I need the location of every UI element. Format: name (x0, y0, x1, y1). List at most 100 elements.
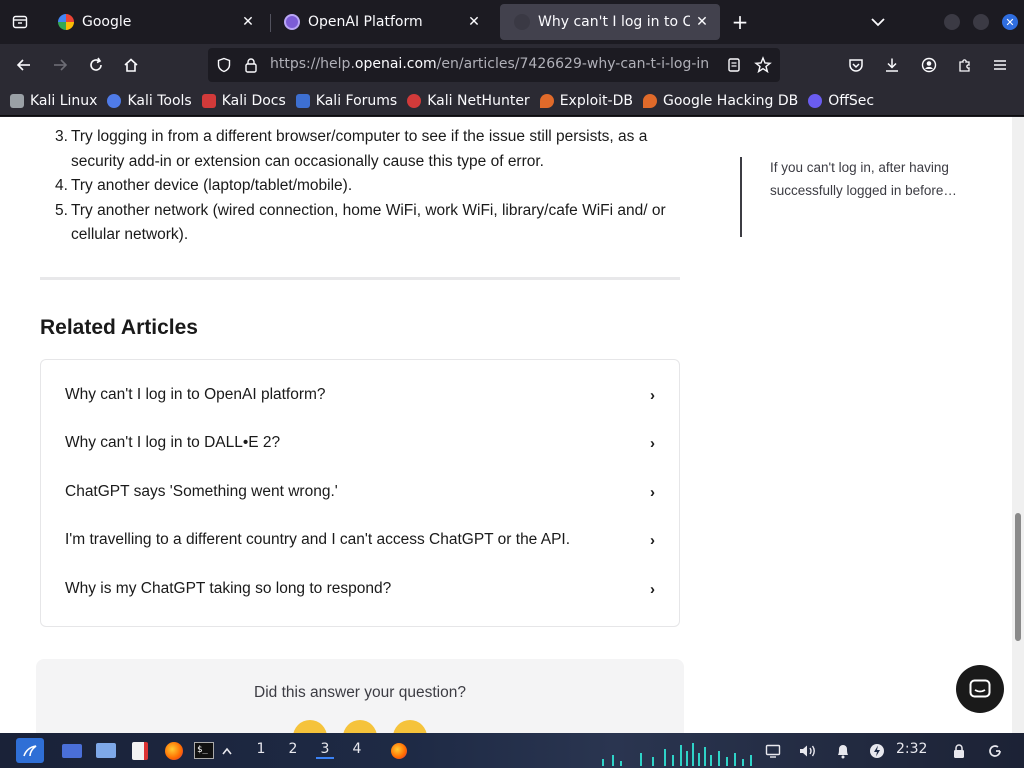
disappointed-emoji-button[interactable] (293, 720, 327, 733)
chevron-up-icon (222, 747, 232, 754)
home-button[interactable] (119, 53, 143, 77)
maximize-window-button[interactable] (973, 14, 989, 30)
tab-openai-platform[interactable]: OpenAI Platform ✕ (270, 4, 492, 40)
tab-why-cant-i-log-in[interactable]: Why can't I log in to Chat ✕ (500, 4, 720, 40)
bookmark-label: Kali Forums (315, 92, 398, 109)
bookmark-kali-forums[interactable]: Kali Forums (295, 92, 398, 109)
tab-title: Why can't I log in to Chat (538, 14, 690, 30)
speaker-icon (800, 745, 815, 756)
tracking-protection-shield-icon[interactable] (216, 57, 232, 77)
google-favicon-icon (58, 14, 74, 30)
kali-menu-button[interactable] (16, 738, 44, 763)
related-article-link[interactable]: Why is my ChatGPT taking so long to resp… (65, 569, 655, 609)
firefox-view-button[interactable] (0, 0, 40, 44)
minimize-window-button[interactable] (944, 14, 960, 30)
hamburger-menu-icon (994, 60, 1006, 70)
feedback-panel: Did this answer your question? (36, 659, 684, 733)
url-text[interactable]: https://help.openai.com/en/articles/7426… (270, 56, 714, 72)
app-menu-button[interactable] (988, 53, 1012, 77)
volume-button[interactable] (797, 738, 819, 763)
bookmark-google-hacking-db[interactable]: Google Hacking DB (642, 93, 798, 109)
related-article-link[interactable]: Why can't I log in to DALL•E 2? › (65, 423, 655, 463)
close-window-button[interactable]: ✕ (1002, 14, 1018, 30)
workspace-4-button[interactable]: 4 (348, 741, 366, 757)
extensions-button[interactable] (953, 53, 977, 77)
account-button[interactable] (917, 53, 941, 77)
lock-icon[interactable] (244, 57, 258, 77)
step-number: 5. (55, 201, 68, 219)
forward-button[interactable] (48, 53, 72, 77)
notifications-button[interactable] (832, 738, 854, 763)
step-number: 4. (55, 177, 68, 194)
close-tab-icon[interactable]: ✕ (690, 10, 714, 34)
bookmark-kali-nethunter[interactable]: Kali NetHunter (407, 93, 530, 109)
url-host: openai.com (354, 56, 437, 72)
power-manager-button[interactable] (866, 738, 888, 763)
step-text: Try logging in from a different browser/… (71, 128, 648, 170)
intercom-chat-launcher[interactable] (956, 665, 1004, 713)
firefox-window-task-button[interactable] (386, 738, 412, 763)
related-article-title: Why can't I log in to DALL•E 2? (65, 434, 281, 451)
section-divider (40, 277, 680, 280)
bookmark-kali-linux[interactable]: Kali Linux (10, 93, 97, 109)
launcher-overflow-button[interactable] (220, 738, 234, 763)
scrollbar-thumb[interactable] (1015, 513, 1021, 641)
exploit-db-icon (539, 93, 554, 108)
related-article-link[interactable]: I'm travelling to a different country an… (65, 520, 655, 560)
close-tab-icon[interactable]: ✕ (462, 10, 486, 34)
bookmark-kali-docs[interactable]: Kali Docs (201, 92, 286, 109)
workspace-3-button[interactable]: 3 (316, 741, 334, 759)
audio-visualizer (602, 743, 752, 766)
reader-view-icon[interactable] (726, 57, 742, 77)
nethunter-icon (407, 93, 422, 108)
bookmark-exploit-db[interactable]: Exploit-DB (539, 93, 633, 109)
reload-button[interactable] (84, 53, 108, 77)
chevron-right-icon: › (650, 434, 655, 452)
file-manager-button[interactable] (94, 738, 118, 763)
downloads-button[interactable] (880, 53, 904, 77)
pocket-button[interactable] (844, 53, 868, 77)
navigation-toolbar: https://help.openai.com/en/articles/7426… (0, 44, 1024, 86)
related-article-title: ChatGPT says 'Something went wrong.' (65, 483, 338, 500)
terminal-launcher-button[interactable]: $_ (193, 738, 215, 763)
neutral-emoji-button[interactable] (343, 720, 377, 733)
address-bar[interactable]: https://help.openai.com/en/articles/7426… (208, 48, 780, 82)
list-all-tabs-button[interactable] (866, 10, 890, 34)
bookmark-label: Kali Docs (221, 92, 286, 109)
tab-google[interactable]: Google ✕ (44, 4, 266, 40)
bookmark-offsec[interactable]: OffSec (808, 93, 874, 109)
close-tab-icon[interactable]: ✕ (236, 10, 260, 34)
network-status-button[interactable] (762, 738, 784, 763)
lock-screen-button[interactable] (948, 738, 970, 763)
text-editor-button[interactable] (128, 738, 152, 763)
kali-docs-icon (201, 93, 216, 108)
bookmarks-toolbar: Kali Linux Kali Tools Kali Docs Kali For… (0, 86, 1024, 116)
offsec-icon (808, 93, 823, 108)
related-article-link[interactable]: ChatGPT says 'Something went wrong.' › (65, 472, 655, 512)
related-article-link[interactable]: Why can't I log in to OpenAI platform? › (65, 375, 655, 415)
firefox-icon (165, 741, 183, 760)
desktop-icon (62, 743, 82, 758)
url-path: /en/articles/7426629-why-can-t-i-log-in (436, 56, 710, 72)
new-tab-button[interactable]: + (728, 10, 752, 34)
show-desktop-button[interactable] (60, 738, 84, 763)
troubleshooting-steps-list: 3. Try logging in from a different browse… (40, 117, 680, 248)
article-sidebar-summary: If you can't log in, after having succes… (740, 157, 960, 237)
workspace-2-button[interactable]: 2 (284, 741, 302, 757)
ghdb-icon (642, 93, 657, 108)
firefox-icon (391, 742, 407, 759)
workspace-1-button[interactable]: 1 (252, 741, 270, 757)
bookmark-kali-tools[interactable]: Kali Tools (107, 93, 192, 109)
arrow-left-icon (16, 59, 30, 71)
smiley-emoji-button[interactable] (393, 720, 427, 733)
bookmark-star-icon[interactable] (754, 56, 772, 78)
back-button[interactable] (12, 53, 36, 77)
firefox-launcher-button[interactable] (162, 738, 186, 763)
logout-button[interactable] (984, 738, 1006, 763)
related-articles-list: Why can't I log in to OpenAI platform? › … (40, 359, 680, 627)
chevron-right-icon: › (650, 483, 655, 501)
lock-icon (954, 743, 964, 758)
page-scrollbar[interactable] (1012, 117, 1024, 733)
taskbar-clock[interactable]: 2:32 (896, 741, 927, 757)
web-page-content: 3. Try logging in from a different browse… (0, 117, 1012, 733)
